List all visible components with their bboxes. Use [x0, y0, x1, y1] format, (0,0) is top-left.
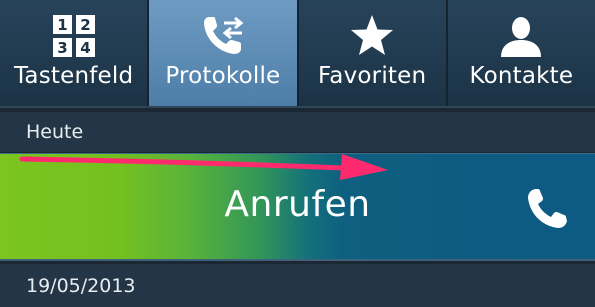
svg-text:3: 3: [57, 39, 67, 57]
svg-text:1: 1: [57, 16, 67, 34]
contact-icon: [497, 12, 545, 60]
tab-bar: 1 2 3 4 Tastenfeld Protokolle Favoriten …: [0, 0, 595, 108]
tab-label: Kontakte: [469, 63, 574, 89]
swipe-to-call-row[interactable]: Anrufen: [0, 153, 595, 261]
call-log-icon: [199, 12, 247, 60]
keypad-icon: 1 2 3 4: [50, 12, 98, 60]
section-header-today: Heute: [0, 112, 595, 152]
tab-label: Tastenfeld: [13, 63, 134, 89]
svg-text:4: 4: [80, 39, 90, 57]
tab-tastenfeld[interactable]: 1 2 3 4 Tastenfeld: [0, 0, 150, 106]
tab-label: Protokolle: [165, 63, 281, 89]
tab-kontakte[interactable]: Kontakte: [447, 0, 595, 106]
tab-protokolle[interactable]: Protokolle: [149, 0, 299, 106]
tab-favoriten[interactable]: Favoriten: [298, 0, 448, 106]
phone-icon: [528, 189, 567, 228]
star-icon: [348, 12, 396, 60]
call-label: Anrufen: [224, 184, 371, 225]
tab-label: Favoriten: [317, 63, 427, 89]
call-log-screen: 1 2 3 4 Tastenfeld Protokolle Favoriten …: [0, 0, 595, 307]
section-header-date: 19/05/2013: [0, 264, 595, 307]
svg-text:2: 2: [80, 16, 90, 34]
